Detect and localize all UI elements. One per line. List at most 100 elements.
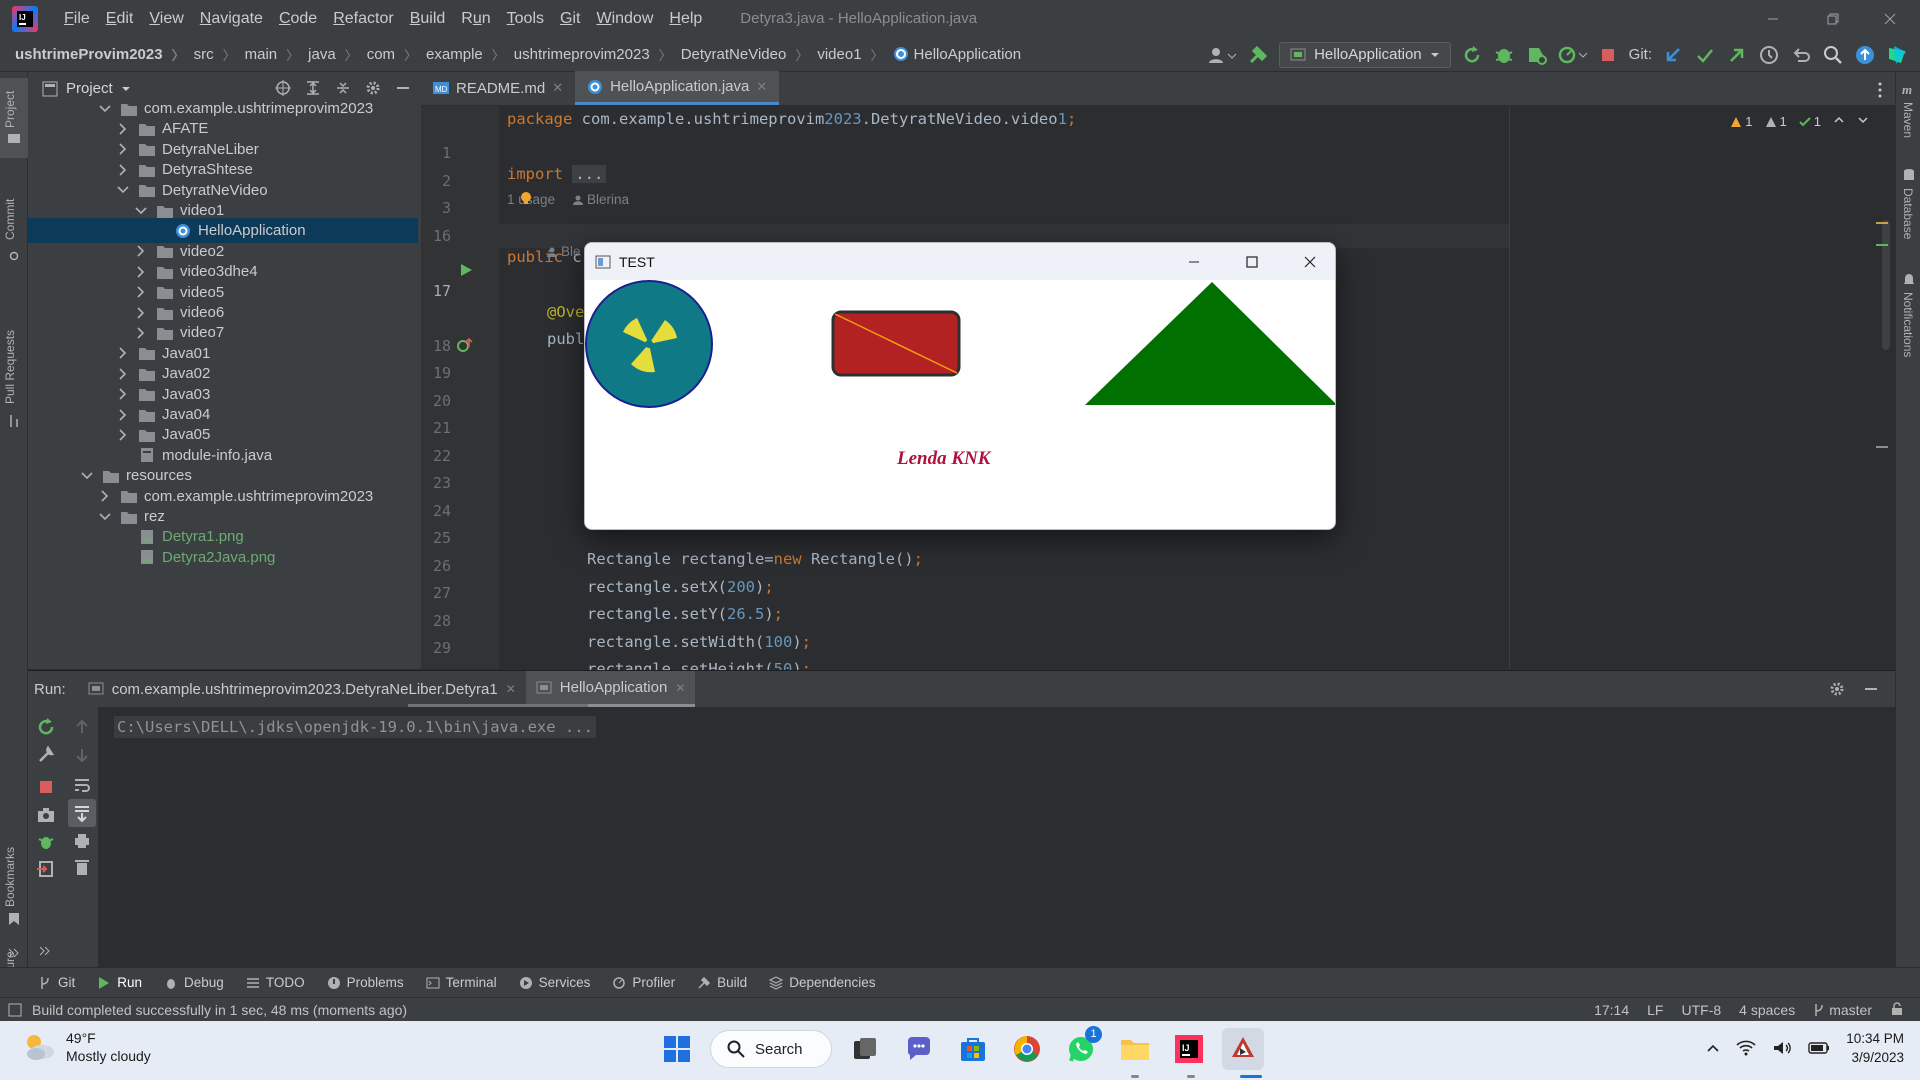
intellij-taskbar-button[interactable]: IJ	[1168, 1028, 1210, 1070]
jetbrains-toolbox-icon[interactable]	[1886, 44, 1908, 66]
chevron-right-icon[interactable]	[116, 163, 130, 177]
scroll-up-icon[interactable]	[72, 717, 92, 737]
tool-tab-terminal[interactable]: Terminal	[426, 975, 497, 990]
show-hidden-icons-chevron-icon[interactable]	[1706, 1041, 1720, 1055]
test-maximize-button[interactable]	[1223, 243, 1281, 280]
chevron-down-icon[interactable]	[98, 510, 112, 524]
database-tool-button[interactable]: Database	[1901, 188, 1915, 239]
file-encoding[interactable]: UTF-8	[1681, 1002, 1721, 1018]
chevron-right-icon[interactable]	[116, 346, 130, 360]
breadcrumb-item[interactable]: ushtrimeProvim2023 〉	[15, 45, 194, 64]
editor-tab[interactable]: HelloApplication.java ✕	[575, 71, 780, 105]
chevron-down-icon[interactable]	[116, 183, 130, 197]
file-explorer-button[interactable]	[1114, 1028, 1156, 1070]
previous-highlight-icon[interactable]	[1833, 114, 1845, 126]
clear-trash-icon[interactable]	[72, 857, 92, 877]
warning-marker[interactable]	[1876, 222, 1888, 224]
build-hammer-icon[interactable]	[1247, 44, 1269, 66]
more-tools-icon[interactable]	[8, 948, 20, 958]
locate-file-icon[interactable]	[275, 80, 291, 96]
breadcrumb-item[interactable]: video1 〉	[817, 45, 892, 64]
lock-icon[interactable]	[1890, 1001, 1904, 1016]
java-app-taskbar-button[interactable]	[1222, 1028, 1264, 1070]
chevron-right-icon[interactable]	[134, 326, 148, 340]
git-commit-icon[interactable]	[1694, 44, 1716, 66]
pull-requests-tool-button[interactable]: Pull Requests	[3, 330, 17, 404]
tool-tab-profiler[interactable]: Profiler	[612, 975, 675, 990]
chevron-right-icon[interactable]	[116, 122, 130, 136]
profiler-icon[interactable]	[1557, 44, 1587, 66]
run-settings-gear-icon[interactable]	[1829, 681, 1845, 697]
override-gutter-icon[interactable]	[457, 338, 473, 352]
expand-all-icon[interactable]	[305, 80, 321, 96]
run-tab-close-icon[interactable]: ✕	[675, 681, 685, 695]
volume-icon[interactable]	[1772, 1040, 1792, 1056]
microsoft-store-button[interactable]	[952, 1028, 994, 1070]
indent-setting[interactable]: 4 spaces	[1739, 1002, 1795, 1018]
stop-icon[interactable]	[1597, 44, 1619, 66]
tree-item[interactable]: Detyra2Java.png	[28, 545, 418, 570]
author-hint[interactable]: Blerina	[573, 192, 629, 207]
start-button[interactable]	[656, 1028, 698, 1070]
breadcrumb-item[interactable]: com 〉	[367, 45, 426, 64]
task-view-button[interactable]	[844, 1028, 886, 1070]
hide-panel-icon[interactable]	[395, 80, 411, 96]
breadcrumb-item[interactable]: example 〉	[426, 45, 514, 64]
run-tab[interactable]: com.example.ushtrimeprovim2023.DetyraNeL…	[78, 671, 526, 707]
clock[interactable]: 10:34 PM 3/9/2023	[1846, 1029, 1904, 1067]
editor-tab[interactable]: MD README.md ✕	[421, 71, 575, 105]
breadcrumb-item[interactable]: ushtrimeprovim2023 〉	[514, 45, 681, 64]
chevron-right-icon[interactable]	[116, 142, 130, 156]
tool-tab-todo[interactable]: TODO	[246, 975, 305, 990]
lightbulb-icon[interactable]	[520, 191, 532, 205]
bookmarks-tool-button[interactable]: Bookmarks	[3, 847, 17, 907]
tab-close-icon[interactable]: ✕	[552, 80, 563, 96]
debug-bug-icon[interactable]	[1493, 44, 1515, 66]
menu-file[interactable]: File	[56, 0, 98, 37]
menu-run[interactable]: Run	[453, 0, 498, 37]
menu-tools[interactable]: Tools	[499, 0, 552, 37]
menu-help[interactable]: Help	[661, 0, 710, 37]
tool-tab-services[interactable]: Services	[519, 975, 590, 990]
scroll-down-icon[interactable]	[72, 745, 92, 765]
line-separator[interactable]: LF	[1647, 1002, 1663, 1018]
git-branch[interactable]: master	[1813, 1002, 1872, 1018]
menu-code[interactable]: Code	[271, 0, 325, 37]
exit-icon[interactable]	[36, 859, 56, 879]
more-actions-icon[interactable]	[36, 941, 56, 961]
battery-icon[interactable]	[1808, 1041, 1830, 1055]
breadcrumb-item[interactable]: java 〉	[308, 45, 367, 64]
coverage-icon[interactable]	[1525, 44, 1547, 66]
whatsapp-button[interactable]: 1	[1060, 1026, 1102, 1070]
chevron-right-icon[interactable]	[116, 367, 130, 381]
chevron-right-icon[interactable]	[116, 428, 130, 442]
test-close-button[interactable]	[1281, 243, 1335, 280]
console-output[interactable]: C:\Users\DELL\.jdks\openjdk-19.0.1\bin\j…	[114, 716, 596, 738]
more-tabs-icon[interactable]	[1877, 82, 1883, 98]
tool-tab-run[interactable]: Run	[97, 975, 142, 990]
breadcrumb-item[interactable]: src 〉	[194, 45, 245, 64]
run-gutter-icon[interactable]	[459, 263, 473, 277]
collapse-all-icon[interactable]	[335, 80, 351, 96]
tab-close-icon[interactable]: ✕	[756, 79, 767, 95]
chevron-right-icon[interactable]	[134, 306, 148, 320]
stop-icon[interactable]	[36, 777, 56, 797]
hide-run-panel-icon[interactable]	[1863, 681, 1879, 697]
chevron-right-icon[interactable]	[116, 408, 130, 422]
search-icon[interactable]	[1822, 44, 1844, 66]
project-tool-button[interactable]: Project	[3, 91, 17, 128]
weather-widget[interactable]: 49°F Mostly cloudy	[22, 1029, 151, 1065]
project-view-dropdown-icon[interactable]	[121, 84, 131, 94]
next-highlight-icon[interactable]	[1857, 114, 1869, 126]
breadcrumb-item[interactable]: HelloApplication	[893, 46, 1021, 63]
ide-update-icon[interactable]	[1854, 44, 1876, 66]
chevron-right-icon[interactable]	[134, 244, 148, 258]
rerun-icon[interactable]	[1461, 44, 1483, 66]
chat-app-button[interactable]	[898, 1028, 940, 1070]
chevron-down-icon[interactable]	[134, 204, 148, 218]
settings-gear-icon[interactable]	[365, 80, 381, 96]
maven-tool-button[interactable]: Maven	[1901, 102, 1915, 138]
menu-git[interactable]: Git	[552, 0, 588, 37]
menu-view[interactable]: View	[141, 0, 191, 37]
wrench-icon[interactable]	[36, 745, 56, 765]
